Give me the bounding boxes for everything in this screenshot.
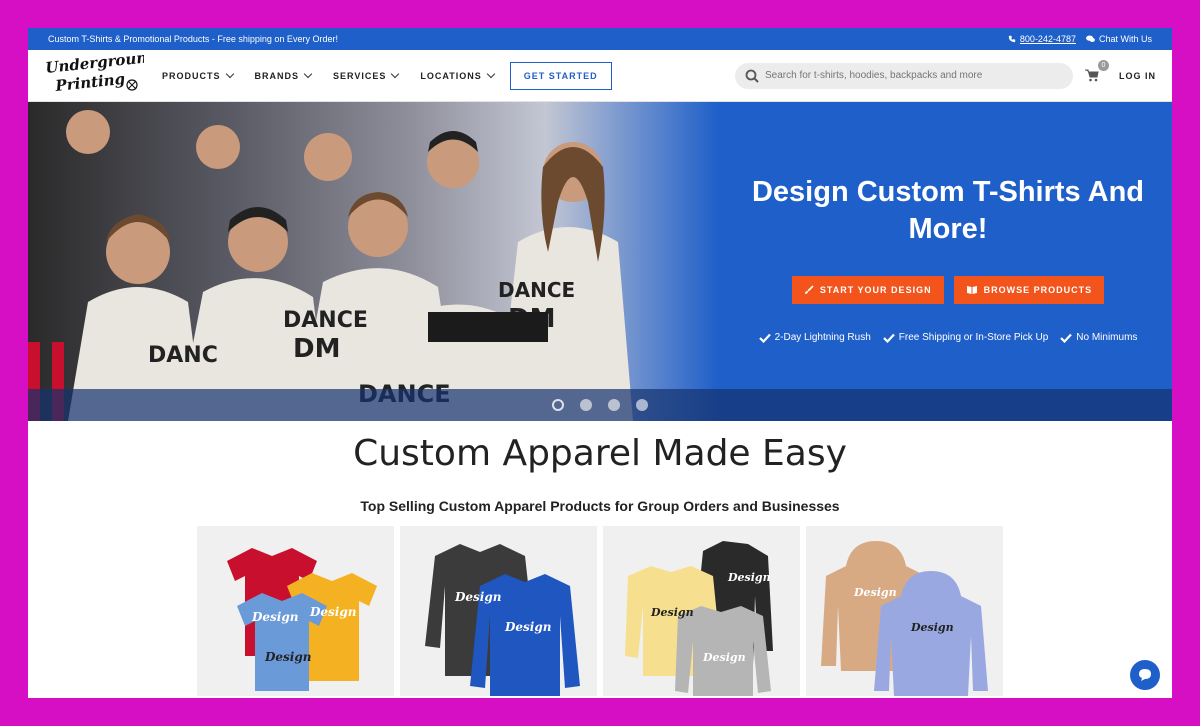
carousel-dot-2[interactable] bbox=[580, 399, 592, 411]
svg-text:Design: Design bbox=[727, 571, 771, 584]
feature-label: Free Shipping or In-Store Pick Up bbox=[898, 332, 1049, 343]
feature-item: 2-Day Lightning Rush bbox=[758, 332, 871, 343]
hero-photo-illustration: DANC DANCE DM DANCE DM DANCE bbox=[28, 110, 633, 421]
chevron-down-icon bbox=[486, 69, 495, 78]
svg-text:DANC: DANC bbox=[148, 343, 218, 368]
chevron-down-icon bbox=[225, 69, 234, 78]
announcement-bar: Custom T-Shirts & Promotional Products -… bbox=[28, 28, 1172, 50]
chevron-down-icon bbox=[391, 69, 400, 78]
chat-widget-button[interactable] bbox=[1130, 660, 1160, 690]
product-card-long-sleeve[interactable]: Design Design bbox=[400, 526, 597, 696]
carousel-indicators bbox=[28, 389, 1172, 421]
svg-text:Design: Design bbox=[309, 605, 356, 619]
checkmark-icon bbox=[882, 333, 895, 343]
feature-label: No Minimums bbox=[1076, 332, 1138, 343]
hoodies-image: Design Design bbox=[821, 541, 988, 696]
phone-link[interactable]: 800-242-4787 bbox=[1008, 34, 1076, 44]
browser-viewport: Custom T-Shirts & Promotional Products -… bbox=[28, 28, 1172, 698]
paintbrush-icon bbox=[804, 285, 814, 294]
open-book-icon bbox=[966, 286, 977, 294]
feature-label: 2-Day Lightning Rush bbox=[774, 332, 871, 343]
menu-products[interactable]: PRODUCTS bbox=[162, 69, 234, 81]
phone-number: 800-242-4787 bbox=[1019, 34, 1076, 44]
hero-features: 2-Day Lightning Rush Free Shipping or In… bbox=[738, 332, 1158, 343]
feature-item: No Minimums bbox=[1060, 332, 1137, 343]
feature-item: Free Shipping or In-Store Pick Up bbox=[882, 332, 1049, 343]
search-icon bbox=[745, 69, 759, 83]
start-design-button[interactable]: START YOUR DESIGN bbox=[791, 276, 944, 304]
svg-text:DM: DM bbox=[293, 334, 340, 364]
main-nav: Underground Printing PRODUCTS BRANDS SER… bbox=[28, 50, 1172, 102]
carousel-dot-1[interactable] bbox=[552, 399, 564, 411]
svg-text:Design: Design bbox=[702, 651, 746, 664]
chevron-down-icon bbox=[303, 69, 313, 78]
section-title: Custom Apparel Made Easy bbox=[353, 433, 847, 474]
chat-label: Chat With Us bbox=[1098, 34, 1152, 44]
browse-products-button[interactable]: BROWSE PRODUCTS bbox=[953, 276, 1105, 304]
product-card-hoodies[interactable]: Design Design bbox=[806, 526, 1003, 696]
menu-services[interactable]: SERVICES bbox=[333, 69, 400, 81]
hero-title: Design Custom T-Shirts And More! bbox=[751, 176, 1145, 245]
menu-locations[interactable]: LOCATIONS bbox=[420, 69, 495, 81]
long-sleeve-image: Design Design bbox=[425, 544, 580, 696]
chat-link[interactable]: Chat With Us bbox=[1086, 34, 1152, 44]
carousel-dot-3[interactable] bbox=[608, 399, 620, 411]
menu-locations-label: LOCATIONS bbox=[420, 70, 482, 81]
cart-icon bbox=[1085, 69, 1099, 81]
hero-buttons: START YOUR DESIGN BROWSE PRODUCTS bbox=[738, 276, 1158, 304]
svg-text:Design: Design bbox=[853, 586, 897, 599]
svg-text:DANCE: DANCE bbox=[283, 308, 368, 333]
primary-menu: PRODUCTS BRANDS SERVICES LOCATIONS bbox=[162, 69, 495, 81]
menu-services-label: SERVICES bbox=[333, 70, 387, 81]
phone-icon bbox=[1008, 35, 1016, 43]
svg-text:Design: Design bbox=[650, 606, 694, 619]
product-card-sweatshirts[interactable]: Design Design Design bbox=[603, 526, 800, 696]
carousel-dot-4[interactable] bbox=[636, 399, 648, 411]
cart-button[interactable]: 0 bbox=[1085, 59, 1109, 84]
login-link[interactable]: LOG IN bbox=[1119, 71, 1156, 81]
cart-count-badge: 0 bbox=[1098, 59, 1109, 71]
product-card-tshirts[interactable]: Design Design Design bbox=[197, 526, 394, 696]
browse-products-label: BROWSE PRODUCTS bbox=[983, 285, 1093, 295]
search-bar[interactable] bbox=[735, 62, 1073, 89]
hero-copy: Design Custom T-Shirts And More! START Y… bbox=[738, 174, 1158, 343]
checkmark-icon bbox=[1060, 333, 1073, 343]
checkmark-icon bbox=[758, 333, 771, 343]
brand-logo[interactable]: Underground Printing bbox=[44, 55, 144, 97]
svg-text:Design: Design bbox=[251, 610, 298, 624]
sweatshirts-image: Design Design Design bbox=[625, 541, 773, 696]
search-input[interactable] bbox=[765, 70, 1063, 81]
chat-bubble-icon bbox=[1139, 669, 1151, 681]
hero-banner: DANC DANCE DM DANCE DM DANCE Design Cust… bbox=[28, 102, 1172, 421]
section-subtitle: Top Selling Custom Apparel Products for … bbox=[360, 498, 840, 514]
svg-text:Design: Design bbox=[910, 621, 954, 634]
get-started-button[interactable]: GET STARTED bbox=[509, 61, 612, 90]
hero-photo: DANC DANCE DM DANCE DM DANCE bbox=[28, 102, 718, 421]
announcement-text: Custom T-Shirts & Promotional Products -… bbox=[48, 34, 338, 44]
menu-products-label: PRODUCTS bbox=[162, 70, 221, 81]
svg-text:Design: Design bbox=[454, 590, 501, 604]
svg-text:DANCE: DANCE bbox=[498, 278, 575, 302]
chat-icon bbox=[1086, 35, 1095, 42]
svg-text:Design: Design bbox=[264, 650, 311, 664]
start-design-label: START YOUR DESIGN bbox=[819, 285, 932, 295]
tshirts-image: Design Design Design bbox=[227, 548, 377, 691]
svg-text:Design: Design bbox=[504, 620, 551, 634]
menu-brands[interactable]: BRANDS bbox=[254, 69, 313, 81]
menu-brands-label: BRANDS bbox=[254, 70, 300, 81]
product-grid: Design Design Design Design Design Desig… bbox=[28, 526, 1172, 696]
